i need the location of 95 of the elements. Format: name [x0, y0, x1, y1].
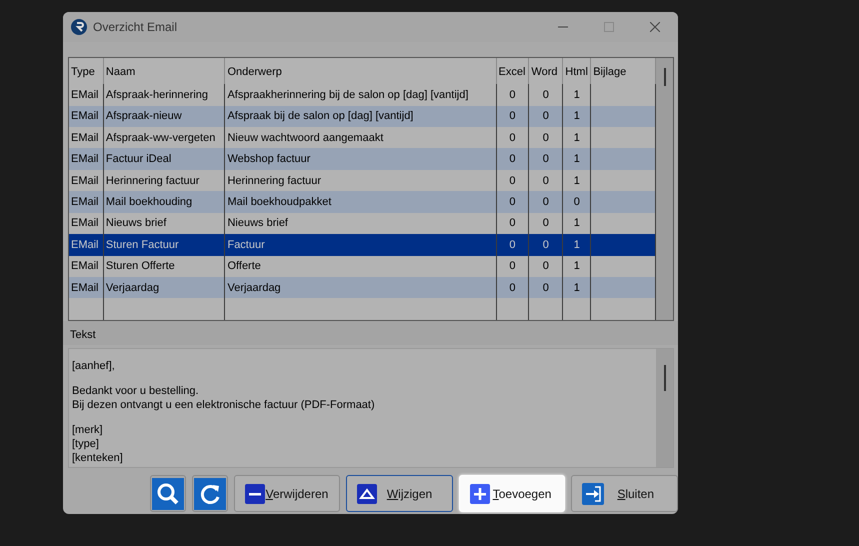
table-cell: Herinnering factuur	[227, 174, 322, 187]
table-cell: Verjaardag	[106, 282, 160, 294]
column-header[interactable]: Naam	[104, 58, 226, 84]
table-cell: Sturen Factuur	[106, 238, 179, 251]
table-cell: 0	[509, 238, 516, 251]
window-title: Overzicht Email	[93, 20, 178, 34]
table-cell: 1	[574, 132, 580, 144]
column-header[interactable]: Html	[563, 58, 592, 84]
table-cell: EMail	[71, 153, 99, 166]
text-line: [kenteken]	[72, 452, 123, 464]
table-cell: 1	[574, 260, 580, 272]
add-button[interactable]: Toevoegen	[458, 475, 566, 512]
plus-icon	[470, 484, 490, 504]
table-cell: EMail	[71, 260, 99, 272]
text-line: Bedankt voor u bestelling.	[72, 385, 199, 397]
table-cell: Afspraak-ww-vergeten	[106, 132, 216, 144]
table-cell: Mail boekhoudpakket	[227, 196, 332, 208]
table-cell: Nieuw wachtwoord aangemaakt	[227, 132, 384, 144]
text-line: Bij dezen ontvangt u een elektronische factuur (PDF-Formaat)	[72, 399, 375, 411]
exit-icon	[582, 482, 604, 504]
text-line: [type]	[72, 438, 99, 450]
text-line: [merk]	[72, 424, 103, 436]
text-line: [aanhef],	[72, 360, 115, 372]
table-cell: 0	[509, 153, 516, 166]
table-cell: 0	[509, 196, 516, 208]
table-cell: 1	[574, 153, 580, 166]
table-cell: 0	[542, 217, 549, 230]
search-icon	[152, 478, 184, 510]
table-cell: Factuur iDeal	[106, 153, 172, 166]
edit-button[interactable]: Wijzigen	[346, 475, 453, 512]
app-logo-icon	[71, 19, 87, 35]
table-cell: 1	[574, 174, 580, 187]
table-cell: EMail	[71, 196, 99, 208]
table-cell: Verjaardag	[227, 282, 281, 294]
column-header[interactable]: Word	[529, 58, 564, 84]
table-cell: Nieuws brief	[227, 217, 288, 230]
table-cell: 0	[542, 88, 549, 101]
table-cell: 0	[542, 153, 549, 166]
table-cell: EMail	[71, 88, 99, 101]
refresh-icon	[194, 478, 226, 510]
refresh-button[interactable]	[192, 475, 228, 512]
table-cell: 0	[542, 174, 549, 187]
table-cell: EMail	[71, 110, 99, 122]
table-cell: 0	[542, 132, 549, 144]
search-button[interactable]	[150, 475, 186, 512]
table-cell: Mail boekhouding	[106, 196, 192, 208]
column-header[interactable]: Type	[69, 58, 104, 84]
section-label: Tekst	[70, 329, 96, 341]
column-header[interactable]: Excel	[496, 58, 530, 84]
close-button[interactable]: Sluiten	[571, 475, 678, 512]
table-cell: EMail	[71, 238, 99, 251]
table-cell: 0	[509, 110, 516, 122]
table-cell: Afspraak-nieuw	[106, 110, 182, 122]
table-cell: Webshop factuur	[227, 153, 310, 166]
scrollbar[interactable]	[656, 58, 673, 320]
table-cell: Sturen Offerte	[106, 260, 175, 272]
table-cell: 0	[542, 282, 549, 294]
table-cell: 0	[542, 238, 549, 251]
table-cell: 0	[574, 196, 580, 208]
table-cell: 0	[509, 88, 516, 101]
column-header[interactable]: Onderwerp	[225, 58, 496, 84]
table-row[interactable]: EMail Sturen Factuur Factuur 0 0 1	[69, 234, 656, 256]
delete-button[interactable]: Verwijderen	[234, 475, 340, 512]
table-cell: 0	[542, 110, 549, 122]
table-cell: 1	[574, 88, 580, 101]
text-area[interactable]: [aanhef], Bedankt voor u bestelling. Bij dezen ontvangt u een elektronische factuur (PDF-Formaat) [merk] [type] [kenteken]	[68, 348, 674, 468]
table-row[interactable]: EMail Verjaardag Verjaardag 0 0 1	[69, 277, 656, 298]
minus-icon	[244, 484, 265, 504]
table-cell: 0	[542, 196, 549, 208]
table-cell: Herinnering factuur	[106, 174, 200, 187]
table-cell: Afspraakherinnering bij de salon op [dag] [vantijd]	[227, 88, 468, 101]
table-cell: Nieuws brief	[106, 217, 166, 230]
table-cell: Factuur	[227, 238, 265, 251]
table-cell: 0	[509, 132, 516, 144]
table-cell: 0	[509, 260, 516, 272]
table-cell: EMail	[71, 132, 99, 144]
table-cell: 1	[574, 238, 580, 251]
table-row[interactable]: EMail Afspraak-nieuw Afspraak bij de salon op [dag] [vantijd] 0 0 1	[69, 106, 656, 127]
table-row[interactable]: EMail Mail boekhouding Mail boekhoudpakket 0 0 0	[69, 191, 656, 213]
close-icon[interactable]	[650, 22, 660, 32]
table-cell: EMail	[71, 174, 99, 187]
table-cell: 0	[509, 174, 516, 187]
table-cell: 0	[509, 217, 516, 230]
table-cell: Afspraak bij de salon op [dag] [vantijd]	[227, 110, 414, 122]
scrollbar[interactable]	[656, 349, 673, 467]
table-cell: 0	[509, 282, 516, 294]
table-cell: 1	[574, 110, 580, 122]
table-cell: 0	[542, 260, 549, 272]
table-cell: 1	[574, 282, 580, 294]
table-cell: EMail	[71, 217, 99, 230]
table-cell: 1	[574, 217, 580, 230]
table-cell: Afspraak-herinnering	[106, 88, 208, 101]
table-cell: EMail	[71, 282, 99, 294]
table-cell: Offerte	[227, 260, 261, 272]
table-row[interactable]: EMail Factuur iDeal Webshop factuur 0 0 1	[69, 148, 656, 170]
